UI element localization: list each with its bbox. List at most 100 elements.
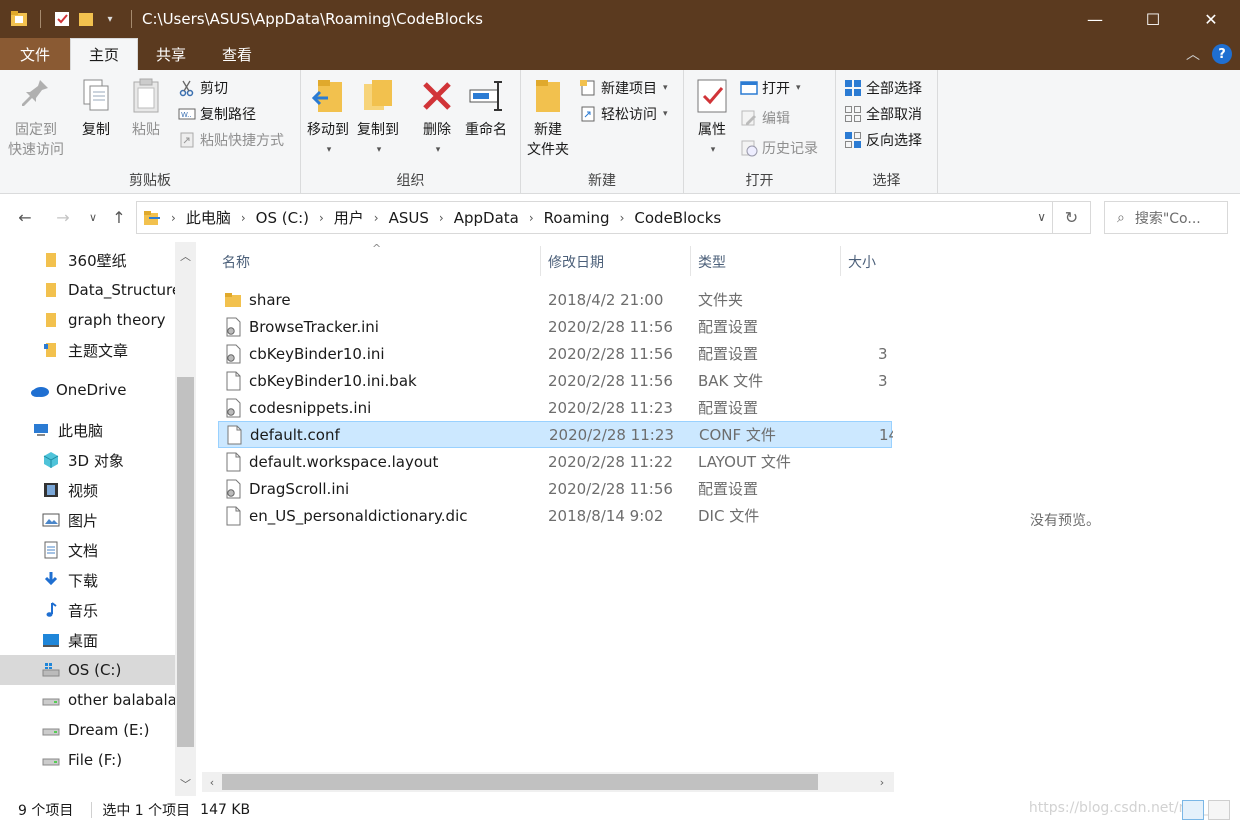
paste-button[interactable]: 粘贴 <box>128 76 164 140</box>
close-button[interactable]: ✕ <box>1182 0 1240 38</box>
up-arrow-icon[interactable]: ↑ <box>108 206 130 228</box>
nav-item-theme-articles[interactable]: 主题文章 <box>0 335 175 365</box>
select-all-button[interactable]: 全部选择 <box>844 78 922 98</box>
breadcrumb-item[interactable]: 用户 › <box>334 207 389 228</box>
copy-button[interactable]: 复制 <box>78 76 114 140</box>
nav-item-data-structure[interactable]: Data_Structure <box>0 275 181 305</box>
file-list-horizontal-scrollbar[interactable]: ‹ › <box>202 772 894 792</box>
nav-item-dream-e[interactable]: Dream (E:) <box>0 715 175 745</box>
breadcrumb-item[interactable]: CodeBlocks <box>634 209 721 227</box>
new-item-button[interactable]: 新建项目 ▾ <box>579 78 668 98</box>
folder-app-icon[interactable] <box>10 10 28 28</box>
move-to-icon <box>311 80 342 112</box>
forward-arrow-icon[interactable]: → <box>52 206 74 228</box>
file-row[interactable]: cbKeyBinder10.ini.bak 2020/2/28 11:56 BA… <box>218 367 892 394</box>
rename-button[interactable]: 重命名 <box>465 76 507 140</box>
paste-shortcut-button[interactable]: 粘贴快捷方式 <box>178 130 284 150</box>
select-none-button[interactable]: 全部取消 <box>844 104 922 124</box>
nav-item-360-wallpaper[interactable]: 360壁纸 <box>0 245 175 275</box>
file-row[interactable]: cbKeyBinder10.ini 2020/2/28 11:56 配置设置 3 <box>218 340 892 367</box>
column-divider[interactable] <box>540 246 541 276</box>
nav-pane-scrollbar[interactable]: ︿ ﹀ <box>175 242 196 796</box>
horizontal-scroll-thumb[interactable] <box>222 774 818 790</box>
help-icon[interactable]: ? <box>1212 44 1232 64</box>
maximize-button[interactable]: ☐ <box>1124 0 1182 38</box>
large-icons-view-icon[interactable] <box>1208 800 1230 820</box>
minimize-button[interactable]: — <box>1066 0 1124 38</box>
tab-file[interactable]: 文件 <box>0 38 70 70</box>
selected-count: 选中 1 个项目 <box>102 803 191 819</box>
easy-access-button[interactable]: 轻松访问 ▾ <box>579 104 668 124</box>
file-row-selected[interactable]: default.conf 2020/2/28 11:23 CONF 文件 14 <box>218 421 893 448</box>
column-name[interactable]: 名称 <box>222 252 250 272</box>
nav-item-downloads[interactable]: 下载 <box>0 565 175 595</box>
tab-view[interactable]: 查看 <box>204 38 270 70</box>
minimize-ribbon-icon[interactable]: ︿ <box>1186 44 1200 64</box>
column-date[interactable]: 修改日期 <box>548 252 604 272</box>
nav-item-graph-theory[interactable]: graph theory <box>0 305 175 335</box>
edit-button[interactable]: 编辑 <box>740 108 790 128</box>
settings-file-icon <box>226 344 241 363</box>
view-switcher <box>1182 800 1230 820</box>
nav-item-label: 360壁纸 <box>68 251 127 270</box>
breadcrumb-item[interactable]: AppData › <box>454 209 544 227</box>
properties-qa-icon[interactable] <box>53 10 71 28</box>
column-divider[interactable] <box>690 246 691 276</box>
invert-selection-button[interactable]: 反向选择 <box>844 130 922 150</box>
nav-item-desktop[interactable]: 桌面 <box>0 625 175 655</box>
nav-item-music[interactable]: 音乐 <box>0 595 175 625</box>
delete-button[interactable]: 删除 ▾ <box>419 76 455 160</box>
breadcrumb-item[interactable]: OS (C:) › <box>256 209 334 227</box>
nav-item-pictures[interactable]: 图片 <box>0 505 175 535</box>
file-row[interactable]: DragScroll.ini 2020/2/28 11:56 配置设置 <box>218 475 892 502</box>
refresh-icon[interactable]: ↻ <box>1052 202 1090 233</box>
copy-path-button[interactable]: W.. 复制路径 <box>178 104 256 124</box>
nav-item-os-c[interactable]: OS (C:) <box>0 655 175 685</box>
breadcrumb-item[interactable]: 此电脑 › <box>186 207 256 228</box>
details-view-icon[interactable] <box>1182 800 1204 820</box>
scroll-left-arrow-icon[interactable]: ‹ <box>202 772 222 792</box>
address-bar[interactable]: › 此电脑 › OS (C:) › 用户 › ASUS › AppData › Roami… <box>136 201 1091 234</box>
file-row[interactable]: default.workspace.layout 2020/2/28 11:22… <box>218 448 892 475</box>
move-to-button[interactable]: 移动到 ▾ <box>307 76 349 160</box>
nav-item-3d-objects[interactable]: 3D 对象 <box>0 445 175 475</box>
column-divider[interactable] <box>840 246 841 276</box>
history-button[interactable]: 历史记录 <box>740 138 818 158</box>
scroll-right-arrow-icon[interactable]: › <box>872 772 892 792</box>
nav-item-other-balabala[interactable]: other balabala <box>0 685 177 715</box>
properties-button[interactable]: 属性 ▾ <box>694 76 730 160</box>
nav-item-onedrive[interactable]: OneDrive <box>0 375 175 405</box>
organize-group: 移动到 ▾ 复制到 ▾ 删除 ▾ 重命名 组织 <box>301 70 521 194</box>
file-row[interactable]: codesnippets.ini 2020/2/28 11:23 配置设置 <box>218 394 892 421</box>
file-row[interactable]: BrowseTracker.ini 2020/2/28 11:56 配置设置 <box>218 313 892 340</box>
new-folder-button[interactable]: 新建 文件夹 <box>527 76 569 160</box>
breadcrumb-item[interactable]: Roaming › <box>544 209 635 227</box>
nav-item-videos[interactable]: 视频 <box>0 475 175 505</box>
breadcrumb-root-chevron[interactable]: › <box>161 211 186 225</box>
scroll-thumb[interactable] <box>177 377 194 747</box>
search-box[interactable]: ⌕ 搜索"Co... <box>1104 201 1228 234</box>
column-size[interactable]: 大小 <box>848 252 876 272</box>
nav-item-file-f[interactable]: File (F:) <box>0 745 175 775</box>
cut-button[interactable]: 剪切 <box>178 78 228 98</box>
pin-quick-access-button[interactable]: 固定到 快速访问 <box>8 76 64 160</box>
back-arrow-icon[interactable]: ← <box>14 206 36 228</box>
copy-to-button[interactable]: 复制到 ▾ <box>357 76 399 160</box>
file-row[interactable]: share 2018/4/2 21:00 文件夹 <box>218 286 892 313</box>
customize-qa-dropdown-icon[interactable]: ▾ <box>101 10 119 28</box>
nav-item-label: graph theory <box>68 311 166 329</box>
scroll-up-arrow-icon[interactable]: ︿ <box>175 246 196 266</box>
recent-locations-chevron-icon[interactable]: ∨ <box>82 206 104 228</box>
tab-share[interactable]: 共享 <box>138 38 204 70</box>
nav-item-this-pc[interactable]: 此电脑 <box>0 415 175 445</box>
breadcrumb-item[interactable]: ASUS › <box>389 209 454 227</box>
file-row[interactable]: en_US_personaldictionary.dic 2018/8/14 9… <box>218 502 892 529</box>
tab-home[interactable]: 主页 <box>70 38 139 70</box>
new-folder-qa-icon[interactable] <box>77 10 95 28</box>
nav-item-documents[interactable]: 文档 <box>0 535 175 565</box>
scroll-down-arrow-icon[interactable]: ﹀ <box>175 774 196 794</box>
address-history-dropdown-icon[interactable]: ∨ <box>1037 210 1046 224</box>
column-type[interactable]: 类型 <box>698 252 726 272</box>
file-size: 3 <box>878 371 888 390</box>
open-button[interactable]: 打开 ▾ <box>740 78 801 98</box>
